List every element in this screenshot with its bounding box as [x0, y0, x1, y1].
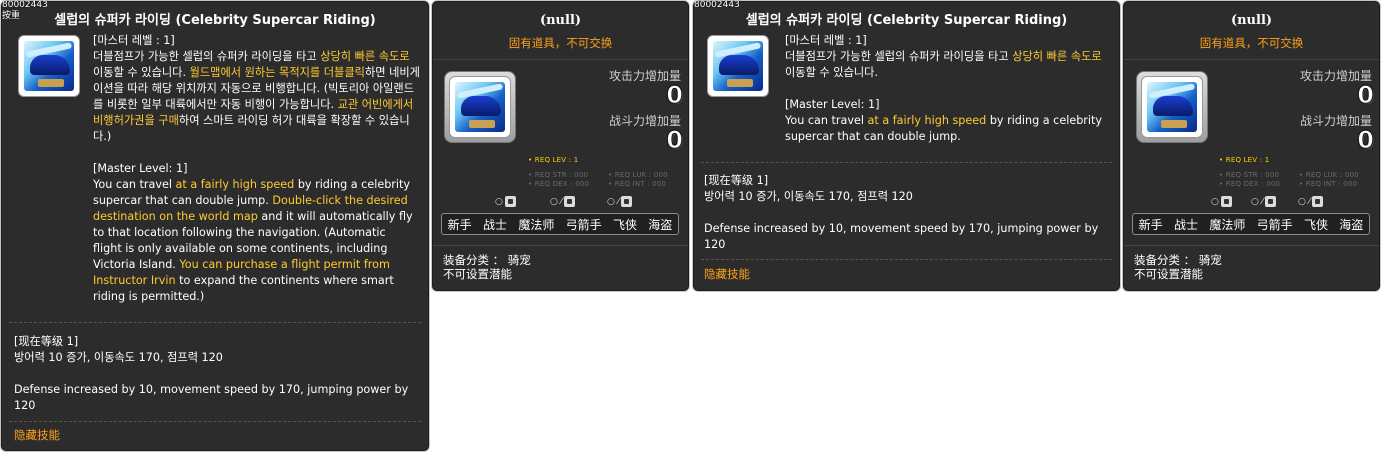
divider	[9, 322, 421, 323]
effect-kr: 방어력 10 증가, 이동속도 170, 점프력 120	[14, 351, 223, 364]
attack-increase-value: 0	[666, 81, 684, 110]
supercar-skill-icon	[18, 35, 80, 97]
req-str: • REQ STR : 000	[1219, 171, 1280, 179]
mini-stat-1: ○	[1211, 196, 1232, 207]
divider	[433, 245, 688, 246]
effect-en: Defense increased by 10, movement speed …	[704, 222, 1099, 251]
divider	[701, 259, 1112, 260]
current-level-label: [现在等级 1]	[14, 335, 79, 348]
job-warrior: 战士	[1173, 217, 1198, 232]
combat-increase-value: 0	[1357, 126, 1375, 155]
gear-slot-icon	[1312, 196, 1324, 207]
job-warrior: 战士	[482, 217, 507, 232]
divider	[701, 162, 1112, 163]
effect-kr: 방어력 10 증가, 이동속도 170, 점프력 120	[704, 190, 913, 203]
skill-description-kr: [마스터 레벨 : 1] 더블점프가 가능한 셀럽의 슈퍼카 라이딩을 타고 상…	[785, 34, 1106, 79]
no-potential-label: 不可设置潜能	[1134, 267, 1203, 281]
job-list: 新手 战士 魔法师 弓箭手 飞侠 海盗	[441, 213, 679, 235]
job-pirate: 海盗	[648, 217, 673, 232]
job-thief: 飞侠	[612, 217, 637, 232]
supercar-item-icon	[449, 76, 511, 138]
gear-slot-icon	[1265, 196, 1277, 207]
mini-stat-1: ○	[495, 196, 516, 207]
equip-category: 装备分类 ： 骑宠 不可设置潜能	[443, 253, 531, 281]
item-icon-frame	[1136, 71, 1208, 143]
req-level: • REQ LEV : 1	[1219, 156, 1270, 164]
skill-description-kr: [마스터 레벨 : 1] 더블점프가 가능한 셀럽의 슈퍼카 라이딩을 타고 상…	[93, 34, 420, 143]
job-archer: 弓箭手	[1256, 217, 1293, 232]
equip-category: 装备分类 ： 骑宠 不可设置潜能	[1134, 253, 1222, 281]
supercar-skill-icon	[707, 35, 769, 97]
hidden-skill-label: 隐藏技能	[704, 267, 750, 281]
gear-slot-icon	[564, 196, 576, 207]
item-tooltip-1: (null) 固有道具，不可交换 攻击力增加量 0 战斗力增加量 0 • REQ…	[431, 0, 690, 292]
mini-stat-2: ○ ⁄	[550, 196, 576, 207]
item-title: (null)	[539, 13, 582, 28]
req-luk: • REQ LUK : 000	[1299, 171, 1359, 179]
divider	[1124, 59, 1379, 60]
req-int: • REQ INT : 000	[608, 180, 667, 188]
req-str: • REQ STR : 000	[528, 171, 589, 179]
req-level: • REQ LEV : 1	[528, 156, 579, 164]
mini-stat-2: ○ ⁄	[1251, 196, 1277, 207]
divider	[1124, 245, 1379, 246]
skill-title: 셀럽의 슈퍼카 라이딩 (Celebrity Supercar Riding)	[54, 13, 376, 28]
gear-slot-icon	[1220, 196, 1232, 207]
job-archer: 弓箭手	[565, 217, 602, 232]
item-icon-frame	[444, 71, 516, 143]
job-thief: 飞侠	[1303, 217, 1328, 232]
job-magician: 魔法师	[1209, 217, 1246, 232]
current-level-section: [现在等级 1] 방어력 10 증가, 이동속도 170, 점프력 120 De…	[704, 173, 1112, 253]
job-list: 新手 战士 魔法师 弓箭手 飞侠 海盗	[1132, 213, 1370, 235]
gear-slot-icon	[621, 196, 633, 207]
job-beginner: 新手	[1138, 217, 1163, 232]
req-dex: • REQ DEX : 000	[1219, 180, 1281, 188]
current-level-label: [现在等级 1]	[704, 174, 769, 187]
untradeable-label: 固有道具，不可交换	[508, 36, 613, 50]
gear-slot-icon	[504, 196, 516, 207]
item-title: (null)	[1230, 13, 1273, 28]
skill-tooltip-short: 80002443 셀럽의 슈퍼카 라이딩 (Celebrity Supercar…	[692, 0, 1121, 292]
divider	[9, 421, 421, 422]
combat-increase-value: 0	[666, 126, 684, 155]
effect-en: Defense increased by 10, movement speed …	[14, 383, 409, 412]
attack-increase-value: 0	[1357, 81, 1375, 110]
job-magician: 魔法师	[518, 217, 555, 232]
skill-tooltip-long: 80002443 按重 셀럽의 슈퍼카 라이딩 (Celebrity Super…	[0, 0, 430, 452]
item-tooltip-2: (null) 固有道具，不可交换 攻击力增加量 0 战斗力增加量 0 • REQ…	[1122, 0, 1381, 292]
job-pirate: 海盗	[1339, 217, 1364, 232]
hidden-skill-label: 隐藏技能	[14, 428, 60, 442]
skill-description-en: [Master Level: 1] You can travel at a fa…	[93, 162, 417, 303]
req-int: • REQ INT : 000	[1299, 180, 1358, 188]
mini-stat-3: ○ ⁄	[607, 196, 633, 207]
no-potential-label: 不可设置潜能	[443, 267, 512, 281]
divider	[433, 59, 688, 60]
req-dex: • REQ DEX : 000	[528, 180, 590, 188]
current-level-section: [现在等级 1] 방어력 10 증가, 이동속도 170, 점프력 120 De…	[14, 334, 424, 414]
skill-description-en: [Master Level: 1] You can travel at a fa…	[785, 98, 1106, 143]
req-luk: • REQ LUK : 000	[608, 171, 668, 179]
job-beginner: 新手	[447, 217, 472, 232]
mini-stat-3: ○ ⁄	[1298, 196, 1324, 207]
untradeable-label: 固有道具，不可交换	[1199, 36, 1304, 50]
skill-title: 셀럽의 슈퍼카 라이딩 (Celebrity Supercar Riding)	[745, 13, 1068, 28]
supercar-item-icon	[1141, 76, 1203, 138]
